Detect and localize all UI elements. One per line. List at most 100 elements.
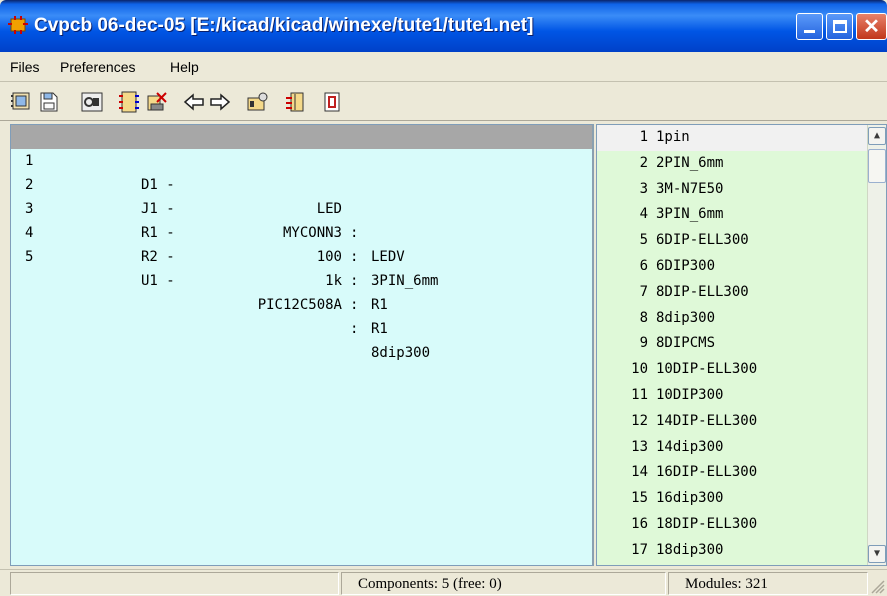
component-footprint: 8dip300: [371, 345, 431, 361]
module-name: 3PIN_6mm: [656, 206, 724, 223]
module-row[interactable]: 6 6DIP300: [597, 254, 867, 280]
module-number: 6: [639, 257, 648, 274]
status-modules-text: Modules: 321: [685, 576, 768, 592]
component-row[interactable]: 5 U1 - PIC12C508A : 8dip300: [11, 221, 592, 361]
modules-list[interactable]: 1 1pin 2 2PIN_6mm 3 3M-N7E50 4 3PIN_6mm 5 6DIP-EL…: [596, 124, 887, 566]
module-name: 14dip300: [656, 438, 724, 455]
module-name: 8dip300: [656, 309, 716, 326]
module-name: 10DIP-ELL300: [656, 361, 758, 378]
scroll-up-icon[interactable]: ▲: [868, 127, 886, 145]
maximize-icon: [833, 20, 847, 33]
maximize-button[interactable]: [826, 13, 853, 40]
modules-scrollbar[interactable]: ▲ ▼: [867, 125, 886, 565]
close-icon: ✕: [863, 16, 880, 38]
menu-files[interactable]: Files: [10, 52, 40, 82]
module-name: 2PIN_6mm: [656, 154, 724, 171]
cvpcb-app-icon: [8, 16, 28, 34]
component-row[interactable]: 1 D1 - LED : LEDV: [11, 125, 592, 265]
title-bar[interactable]: Cvpcb 06-dec-05 [E:/kicad/kicad/winexe/t…: [0, 0, 887, 52]
module-number: 16: [631, 515, 648, 532]
module-row[interactable]: 3 3M-N7E50: [597, 177, 867, 203]
module-number: 11: [631, 386, 648, 403]
doc-icon[interactable]: [320, 90, 344, 114]
module-name: 16dip300: [656, 490, 724, 507]
delete-associations-icon[interactable]: [145, 90, 169, 114]
component-value: PIC12C508A: [257, 297, 342, 313]
status-components: Components: 5 (free: 0): [341, 572, 666, 595]
cvpcb-window: Cvpcb 06-dec-05 [E:/kicad/kicad/winexe/t…: [0, 0, 887, 596]
module-row[interactable]: 16 18DIP-ELL300: [597, 512, 867, 538]
previous-icon[interactable]: [182, 90, 206, 114]
component-number: 5: [25, 249, 34, 265]
component-separator: :: [350, 297, 359, 313]
component-footprint: LEDV: [371, 249, 405, 265]
module-row[interactable]: 2 2PIN_6mm: [597, 151, 867, 177]
modules-list-content: 1 1pin 2 2PIN_6mm 3 3M-N7E50 4 3PIN_6mm 5 6DIP-EL…: [597, 125, 867, 565]
library-config-icon[interactable]: [245, 90, 269, 114]
component-value: 1k: [325, 273, 342, 289]
menu-bar: Files Preferences Help: [0, 52, 887, 82]
scroll-down-icon[interactable]: ▼: [868, 545, 886, 563]
module-row[interactable]: 4 3PIN_6mm: [597, 202, 867, 228]
module-name: 8DIP-ELL300: [656, 283, 749, 300]
component-reference: R2 -: [141, 249, 175, 265]
module-name: 18DIP-ELL300: [656, 515, 758, 532]
module-number: 7: [639, 283, 648, 300]
components-list[interactable]: 1 D1 - LED : LEDV 2 J1 - MYCONN3 : 3PIN_…: [10, 124, 594, 566]
resize-grip-icon[interactable]: [871, 580, 885, 594]
minimize-button[interactable]: [796, 13, 823, 40]
module-number: 5: [639, 232, 648, 249]
window-title: Cvpcb 06-dec-05 [E:/kicad/kicad/winexe/t…: [34, 15, 534, 36]
component-value: 100: [316, 249, 342, 265]
module-row[interactable]: 13 14dip300: [597, 435, 867, 461]
module-row[interactable]: 8 8dip300: [597, 306, 867, 332]
module-row[interactable]: 11 10DIP300: [597, 383, 867, 409]
component-separator: :: [350, 273, 359, 289]
module-name: 6DIP300: [656, 257, 716, 274]
module-number: 9: [639, 335, 648, 352]
component-footprint: R1: [371, 321, 388, 337]
save-icon[interactable]: [37, 90, 61, 114]
status-modules: Modules: 321: [668, 572, 868, 595]
component-footprint: 3PIN_6mm: [371, 273, 439, 289]
module-row[interactable]: 17 18dip300: [597, 538, 867, 564]
module-number: 4: [639, 206, 648, 223]
component-footprint: R1: [371, 297, 388, 313]
module-number: 3: [639, 180, 648, 197]
module-row[interactable]: 12 14DIP-ELL300: [597, 409, 867, 435]
module-name: 16DIP-ELL300: [656, 464, 758, 481]
toolbar: [0, 83, 887, 121]
module-row[interactable]: 15 16dip300: [597, 486, 867, 512]
scroll-thumb[interactable]: [868, 149, 886, 183]
auto-associate-icon[interactable]: [117, 90, 141, 114]
module-name: 14DIP-ELL300: [656, 412, 758, 429]
module-number: 14: [631, 464, 648, 481]
module-row[interactable]: 1 1pin: [597, 125, 867, 151]
status-pane-empty: [10, 572, 339, 595]
module-number: 12: [631, 412, 648, 429]
component-row[interactable]: 3 R1 - 100 : R1: [11, 173, 592, 313]
view-footprint-icon[interactable]: [80, 90, 104, 114]
module-number: 10: [631, 361, 648, 378]
next-icon[interactable]: [208, 90, 232, 114]
module-row[interactable]: 9 8DIPCMS: [597, 331, 867, 357]
module-row[interactable]: 7 8DIP-ELL300: [597, 280, 867, 306]
load-netlist-icon[interactable]: [10, 90, 34, 114]
component-row[interactable]: 2 J1 - MYCONN3 : 3PIN_6mm: [11, 149, 592, 289]
module-row[interactable]: 14 16DIP-ELL300: [597, 460, 867, 486]
module-name: 3M-N7E50: [656, 180, 724, 197]
status-bar: Components: 5 (free: 0) Modules: 321: [0, 569, 887, 596]
close-button[interactable]: ✕: [856, 13, 887, 40]
menu-help[interactable]: Help: [170, 52, 199, 82]
module-number: 15: [631, 490, 648, 507]
component-row[interactable]: 4 R2 - 1k : R1: [11, 197, 592, 337]
module-name: 8DIPCMS: [656, 335, 716, 352]
module-name: 18dip300: [656, 541, 724, 558]
footprint-list-icon[interactable]: [283, 90, 307, 114]
module-number: 2: [639, 154, 648, 171]
module-number: 8: [639, 309, 648, 326]
menu-preferences[interactable]: Preferences: [60, 52, 135, 82]
module-row[interactable]: 5 6DIP-ELL300: [597, 228, 867, 254]
module-row[interactable]: 10 10DIP-ELL300: [597, 357, 867, 383]
module-number: 1: [639, 129, 648, 145]
